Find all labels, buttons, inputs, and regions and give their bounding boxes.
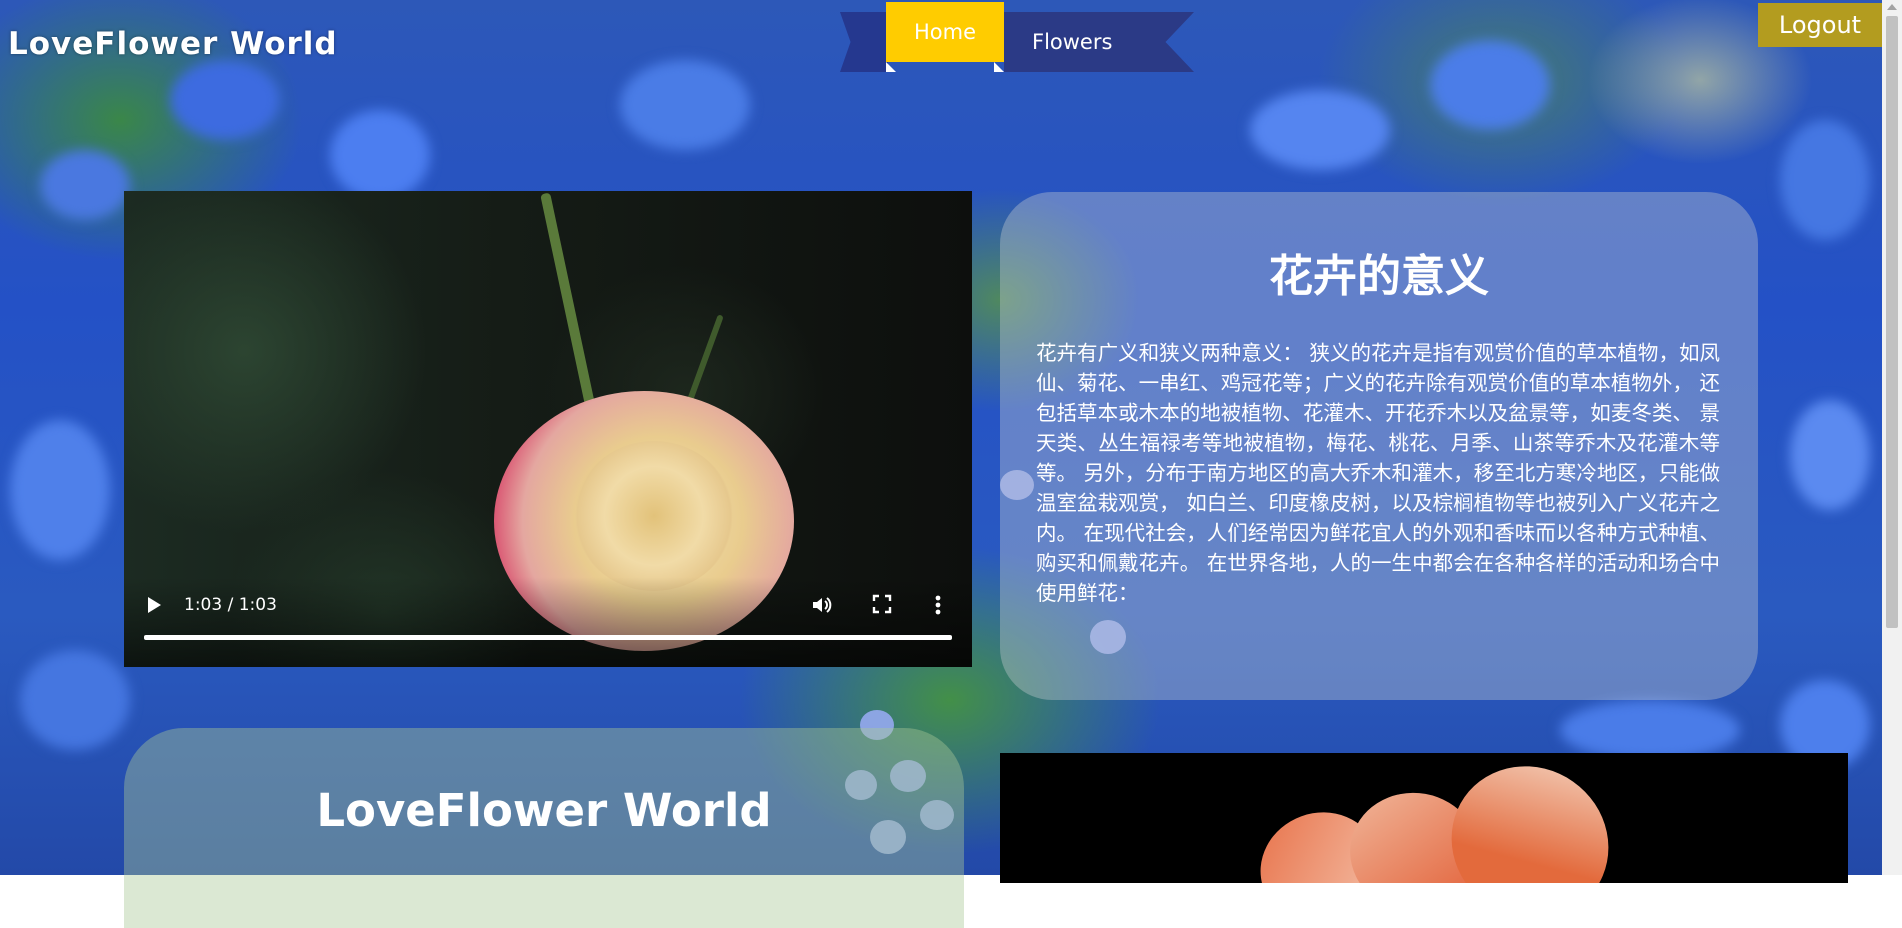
video-controls [124, 577, 972, 667]
play-icon[interactable] [148, 597, 161, 613]
bg-blossom [330, 110, 430, 200]
video-player[interactable]: 1:03 / 1:03 [124, 191, 972, 667]
bg-blossom [40, 150, 130, 220]
more-options-icon[interactable] [934, 594, 942, 620]
bg-blossom [20, 650, 130, 750]
bg-blossom [1250, 90, 1390, 170]
flower-image-panel [1000, 753, 1848, 883]
bg-blossom [1790, 400, 1870, 510]
bg-blossom [1780, 120, 1870, 240]
video-progress-bar[interactable] [144, 635, 952, 640]
bg-blossom [10, 420, 110, 560]
card-body-text: 花卉有广义和狭义两种意义： 狭义的花卉是指有观赏价值的草本植物，如凤仙、菊花、一… [1036, 341, 1720, 605]
rose-center [574, 441, 734, 591]
card-title: 花卉的意义 [1269, 251, 1489, 302]
scroll-up-arrow-icon[interactable] [1887, 4, 1897, 10]
page-scrollbar[interactable] [1882, 0, 1902, 875]
scroll-thumb[interactable] [1886, 16, 1898, 628]
nav-home-link[interactable]: Home [886, 2, 1004, 62]
bg-blossom [1430, 40, 1550, 130]
info-card: 花卉的意义 花卉有广义和狭义两种意义： 狭义的花卉是指有观赏价值的草本植物，如凤… [1000, 192, 1758, 700]
bg-blossom [170, 60, 280, 140]
bg-blossom [1560, 700, 1740, 760]
fullscreen-icon[interactable] [872, 594, 892, 618]
logout-button[interactable]: Logout [1758, 3, 1882, 47]
brand-card: LoveFlower World [124, 728, 964, 928]
bg-blossom [620, 60, 750, 150]
brand-card-title: LoveFlower World [316, 784, 772, 837]
video-time: 1:03 / 1:03 [184, 595, 277, 615]
nav-flowers-link[interactable]: Flowers [1004, 12, 1194, 72]
site-logo: LoveFlower World [8, 26, 338, 62]
volume-icon[interactable] [810, 594, 832, 620]
